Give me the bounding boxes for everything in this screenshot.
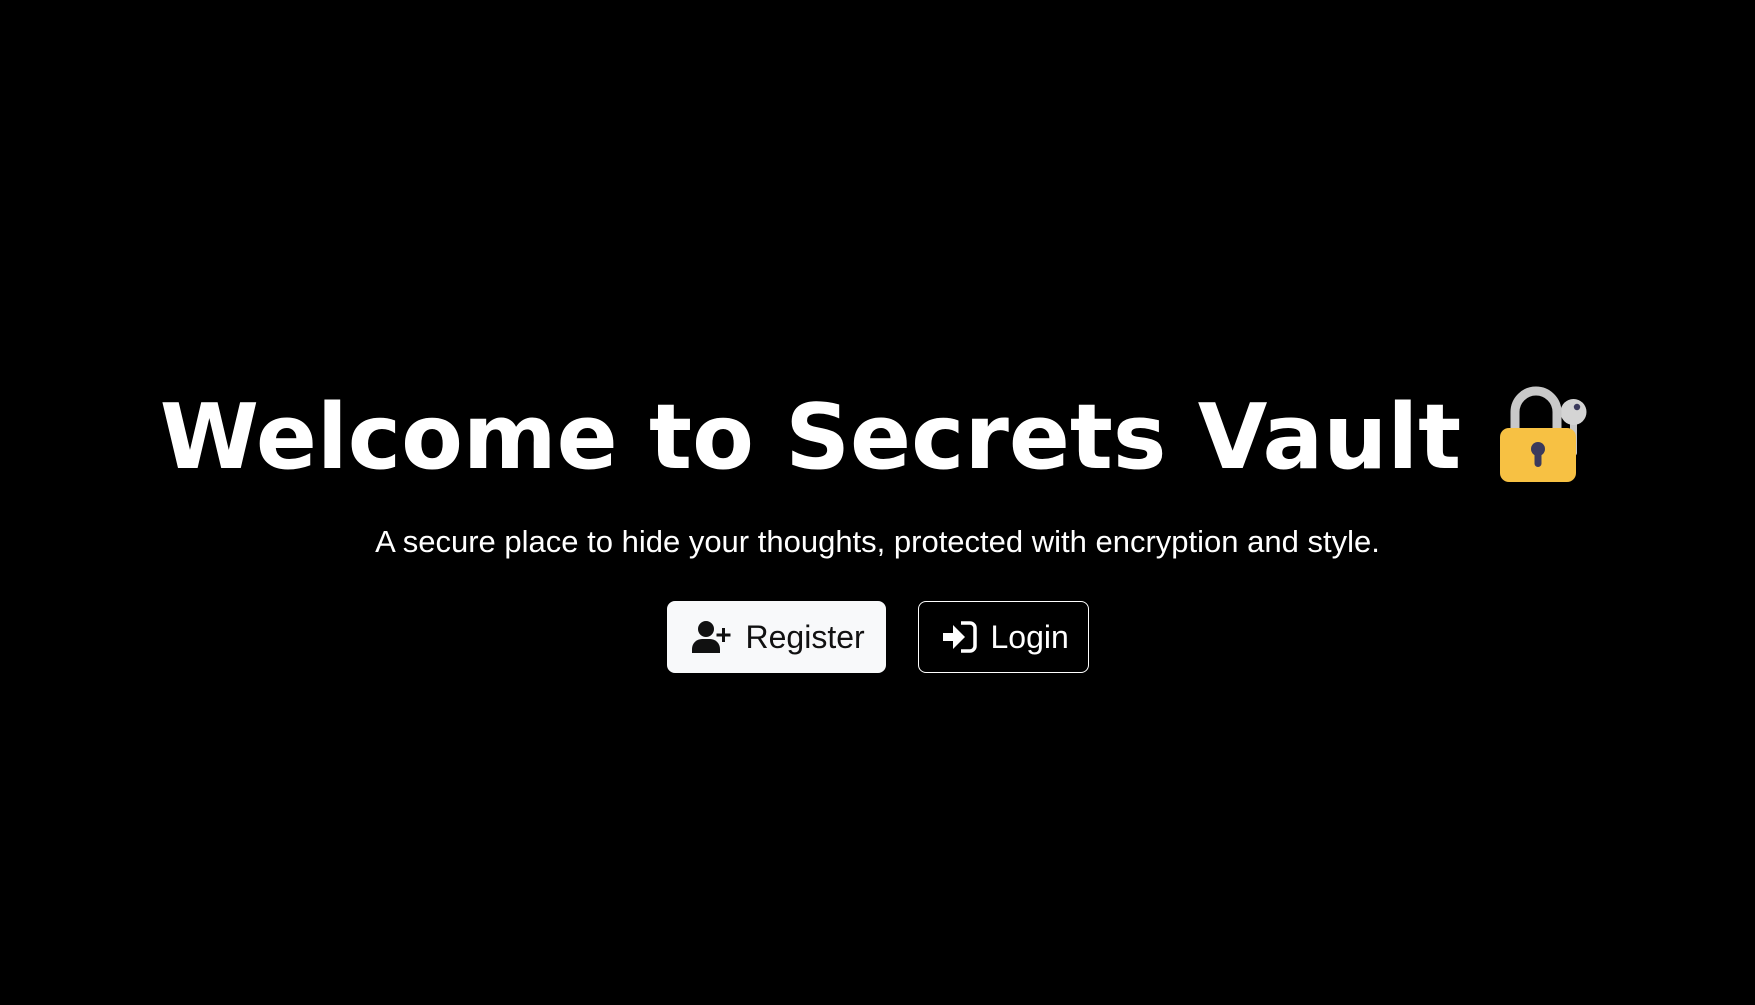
- login-button-label: Login: [990, 618, 1069, 655]
- login-button[interactable]: Login: [917, 601, 1089, 673]
- page-subtitle: A secure place to hide your thoughts, pr…: [375, 524, 1380, 559]
- page-title: Welcome to Secrets Vault: [159, 385, 1462, 490]
- title-row: Welcome to Secrets Vault: [0, 378, 1755, 498]
- sign-in-icon: [942, 620, 977, 654]
- locked-with-key-icon: [1500, 386, 1587, 482]
- hero-section: Welcome to Secrets Vault A secure place …: [0, 0, 1755, 1005]
- register-button-label: Register: [745, 618, 865, 655]
- user-plus-icon: [691, 620, 732, 654]
- auth-actions: Register Login: [0, 601, 1755, 673]
- register-button[interactable]: Register: [666, 601, 886, 673]
